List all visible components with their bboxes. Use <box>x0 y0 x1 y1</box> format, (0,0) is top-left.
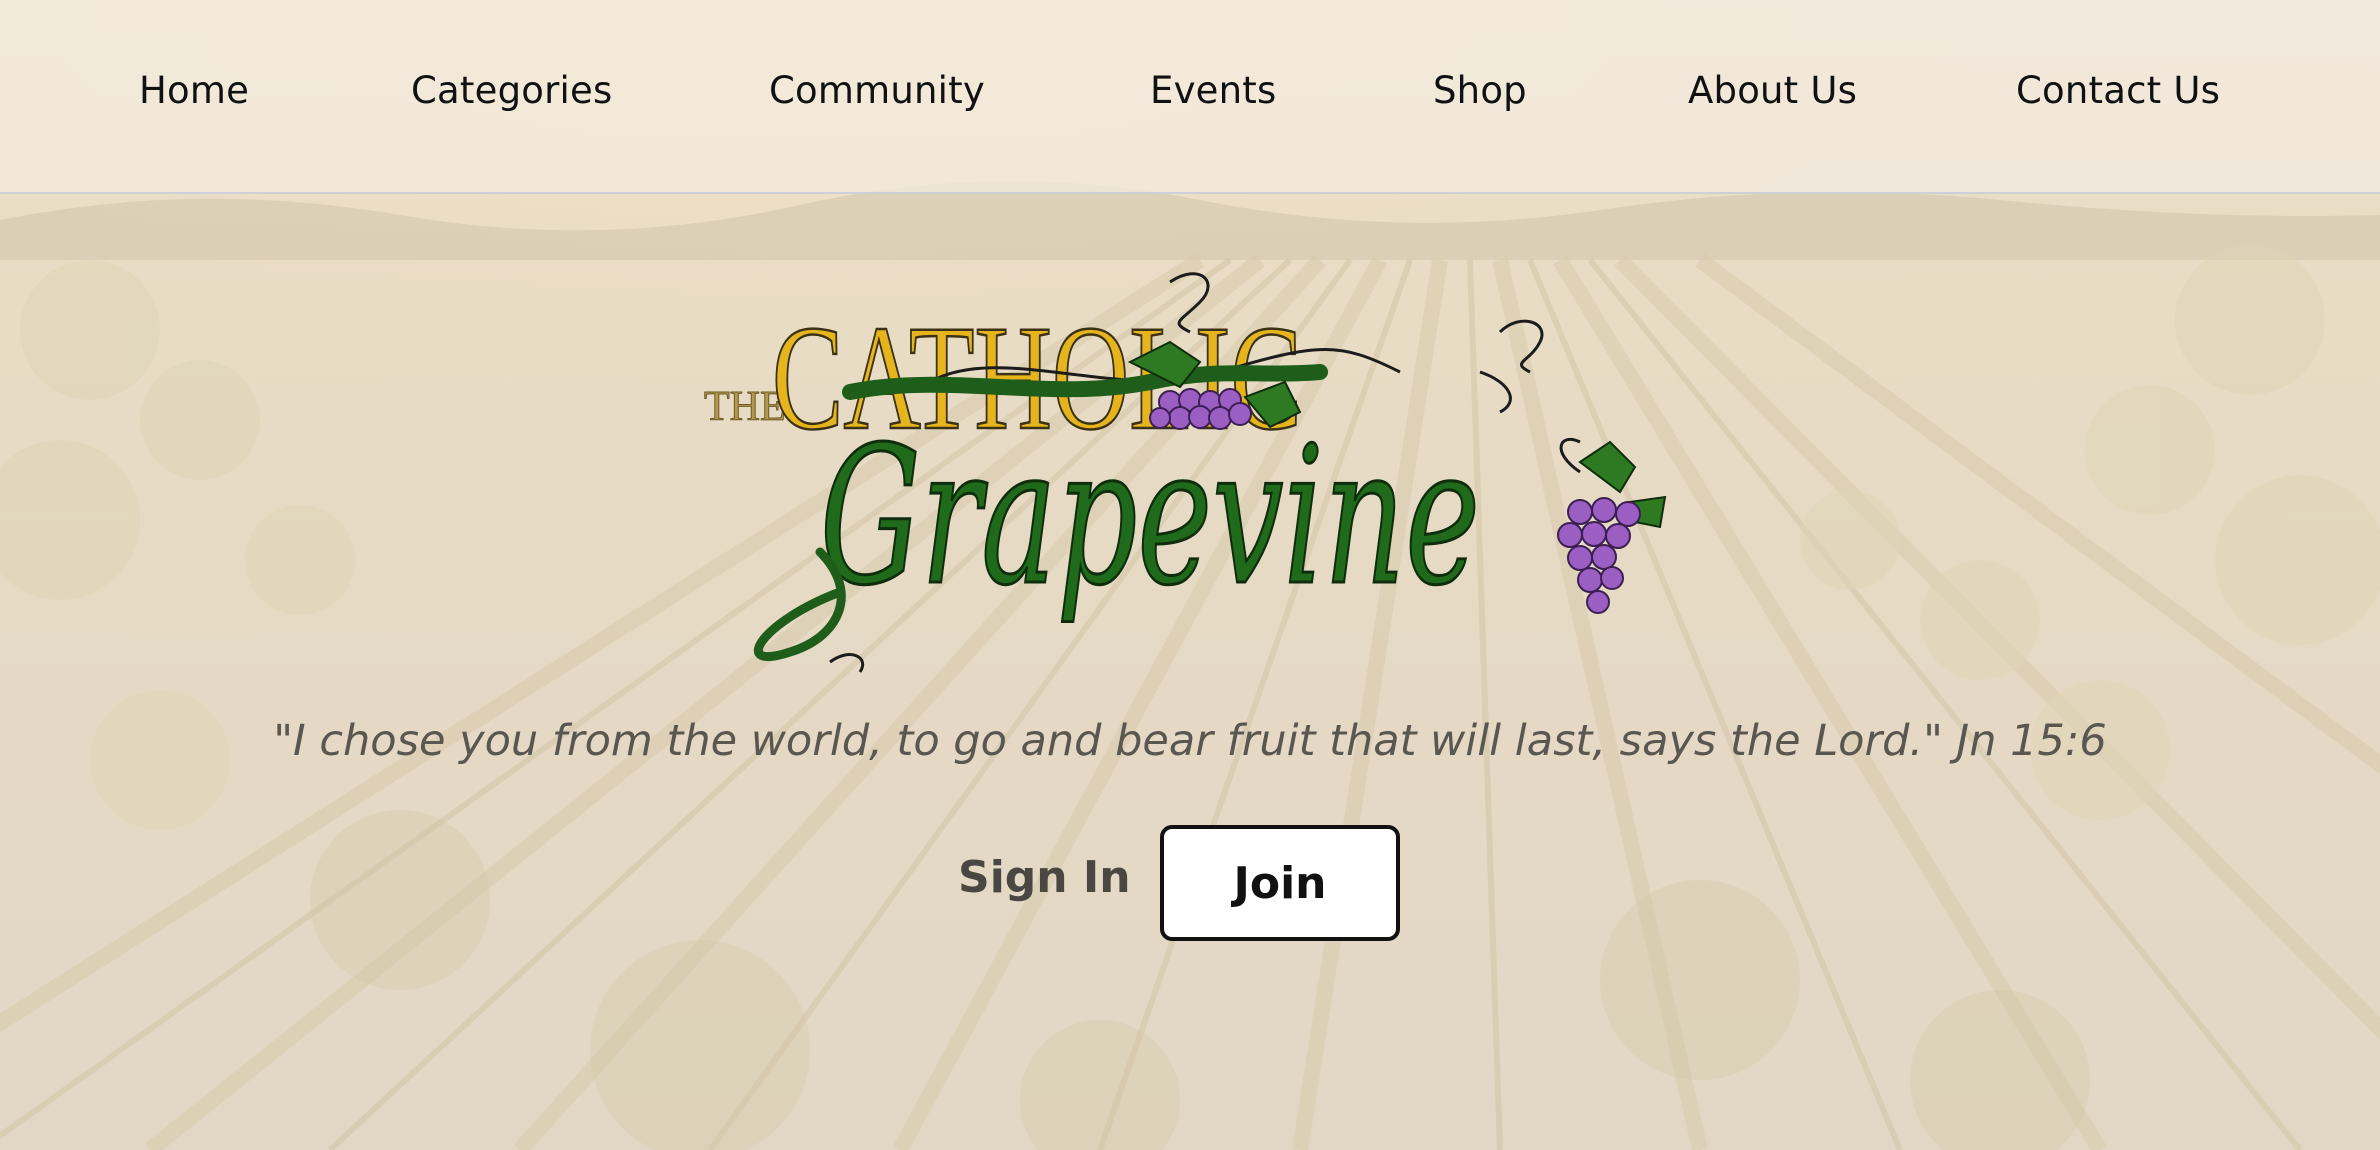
nav-link-home[interactable]: Home <box>139 64 249 118</box>
nav-link-about-us[interactable]: About Us <box>1688 64 1857 118</box>
quote-open-mark: " <box>273 716 294 766</box>
sign-in-link[interactable]: Sign In <box>958 852 1131 903</box>
nav-link-events[interactable]: Events <box>1150 64 1276 118</box>
quote-text: I chose you from the world, to go and be… <box>293 716 1924 766</box>
nav-link-contact-us[interactable]: Contact Us <box>2016 64 2220 118</box>
small-curl-decoration <box>829 653 865 673</box>
join-button[interactable]: Join <box>1160 825 1400 941</box>
nav-link-shop[interactable]: Shop <box>1433 64 1527 118</box>
top-navigation-bar: Home Categories Community Events Shop Ab… <box>0 0 2380 194</box>
join-button-label: Join <box>1233 857 1327 909</box>
grape-bunch-icon <box>1557 437 1667 614</box>
logo-grapevine-text: Grapevine <box>820 406 1480 627</box>
quote-citation: Jn 15:6 <box>1942 716 2107 766</box>
catholic-grapevine-logo: THE CATHOLIC Grapevine <box>704 272 1667 673</box>
nav-link-categories[interactable]: Categories <box>411 64 612 118</box>
scripture-quote: "I chose you from the world, to go and b… <box>0 716 2380 766</box>
nav-link-community[interactable]: Community <box>769 64 985 118</box>
quote-close-mark: " <box>1923 716 1943 766</box>
